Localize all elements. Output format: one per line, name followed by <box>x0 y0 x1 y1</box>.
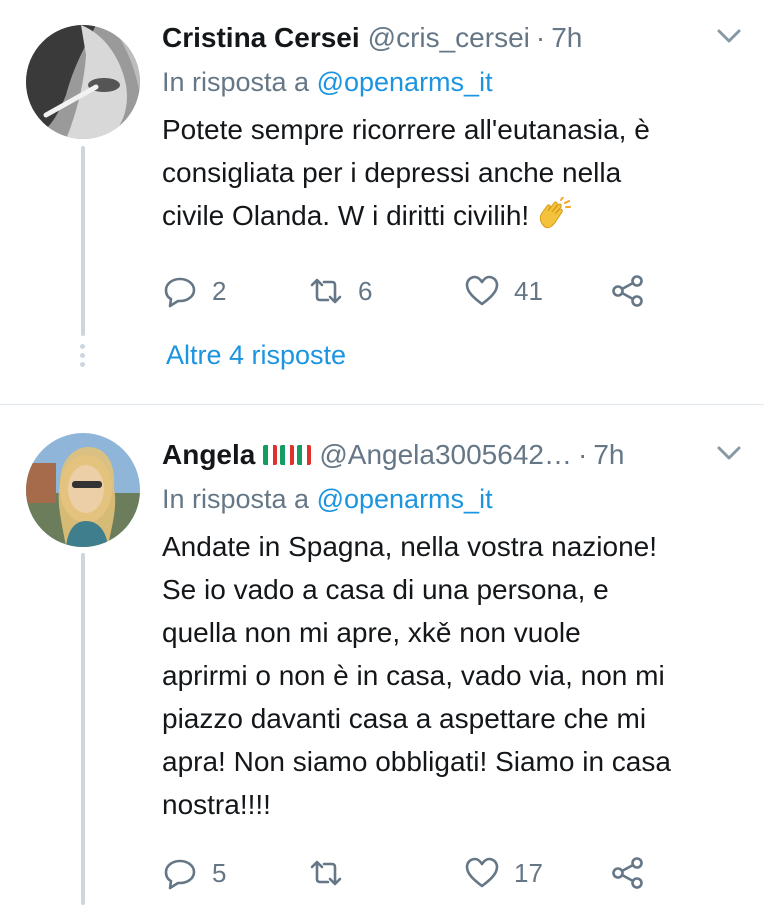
share-button[interactable] <box>610 853 646 893</box>
timestamp[interactable]: 7h <box>593 439 624 471</box>
avatar[interactable] <box>26 433 140 547</box>
separator: · <box>535 22 546 53</box>
tweet-text: Andate in Spagna, nella vostra nazione! … <box>162 531 671 820</box>
reply-icon <box>164 859 196 890</box>
tweet-1[interactable]: Cristina Cersei @cris_cersei · 7h In ris… <box>0 0 764 404</box>
heart-icon <box>465 275 499 306</box>
tweet-header: Angela @Angela3005642… · 7h <box>162 435 742 475</box>
timestamp[interactable]: 7h <box>551 22 582 54</box>
tweet-text-content: Potete sempre ricorrere all'eutanasia, è… <box>162 114 650 231</box>
like-button[interactable]: 41 <box>464 271 543 311</box>
reply-button[interactable]: 2 <box>162 271 226 311</box>
tweet-header: Cristina Cersei @cris_cersei · 7h <box>162 18 742 58</box>
reply-button[interactable]: 5 <box>162 853 226 893</box>
reply-count: 2 <box>212 275 227 306</box>
tweet-actions: 2 6 41 <box>162 271 742 311</box>
thread-line <box>81 553 85 905</box>
reply-handle-link[interactable]: @openarms_it <box>317 67 493 97</box>
like-button[interactable]: 17 <box>464 853 543 893</box>
retweet-button[interactable] <box>308 853 358 893</box>
reply-count: 5 <box>212 857 227 888</box>
clapping-hands-icon <box>539 197 571 229</box>
tweet-text: Potete sempre ricorrere all'eutanasia, è… <box>162 108 742 237</box>
show-more-replies-link[interactable]: Altre 4 risposte <box>166 340 346 371</box>
share-button[interactable] <box>610 271 646 311</box>
tweet-2[interactable]: Angela @Angela3005642… · 7h In risposta … <box>0 405 764 905</box>
reply-icon <box>164 277 196 308</box>
reply-context: In risposta a @openarms_it <box>162 64 742 100</box>
reply-prefix: In risposta a <box>162 67 317 97</box>
like-count: 41 <box>514 275 543 306</box>
chevron-down-icon[interactable] <box>716 26 742 46</box>
heart-icon <box>465 857 499 888</box>
display-name[interactable]: Cristina Cersei <box>162 22 360 54</box>
retweet-button[interactable]: 6 <box>308 271 372 311</box>
chevron-down-icon[interactable] <box>716 443 742 463</box>
share-icon <box>612 275 643 307</box>
avatar[interactable] <box>26 25 140 139</box>
username[interactable]: @Angela3005642… <box>319 439 572 471</box>
display-name[interactable]: Angela <box>162 439 255 471</box>
share-icon <box>612 857 643 889</box>
like-count: 17 <box>514 857 543 888</box>
reply-context: In risposta a @openarms_it <box>162 481 742 517</box>
retweet-icon <box>310 278 342 304</box>
tweet-actions: 5 17 <box>162 853 742 893</box>
italian-flags-icon <box>263 445 312 465</box>
retweet-count: 6 <box>358 275 373 306</box>
thread-more-dots <box>80 344 86 371</box>
retweet-icon <box>310 860 342 886</box>
separator: · <box>577 439 588 470</box>
reply-handle-link[interactable]: @openarms_it <box>317 484 493 514</box>
thread-line <box>81 146 85 336</box>
reply-prefix: In risposta a <box>162 484 317 514</box>
username[interactable]: @cris_cersei <box>368 22 530 54</box>
